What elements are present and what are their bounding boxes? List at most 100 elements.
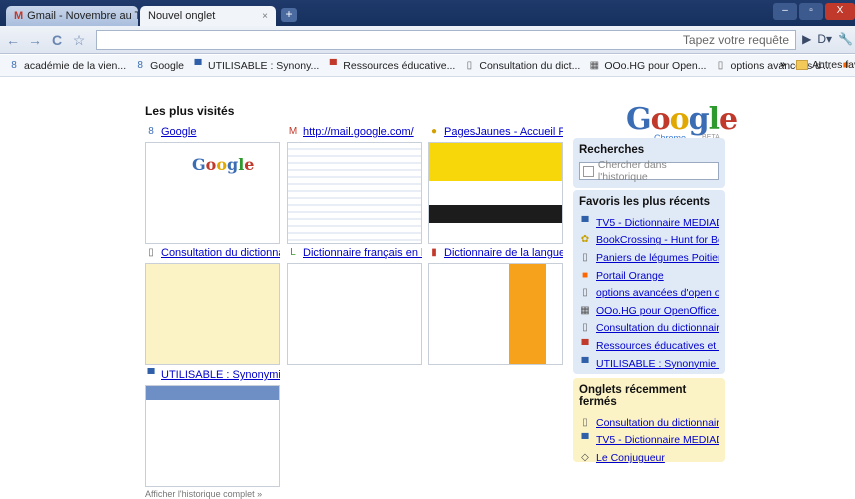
site-favicon-icon: ◇: [581, 451, 589, 463]
site-favicon-icon: M: [288, 126, 298, 137]
recent-bookmark-link[interactable]: Portail Orange: [596, 270, 664, 282]
recent-bookmarks-title: Favoris les plus récents: [579, 196, 711, 208]
most-visited-tile[interactable]: L Dictionnaire français en lig...: [287, 246, 422, 365]
recent-bookmark-link[interactable]: OOo.HG pour OpenOffice 3 a...: [596, 305, 719, 317]
new-tab-button[interactable]: +: [281, 8, 297, 22]
recent-bookmark-link[interactable]: UTILISABLE : Synonymie de ...: [596, 358, 719, 370]
bookmark-favicon-icon: ▀: [329, 59, 337, 71]
most-visited-link[interactable]: Consultation du dictionnaire: [161, 247, 280, 259]
recent-bookmark-link[interactable]: Ressources éducatives et do...: [596, 340, 719, 352]
history-search-input[interactable]: Chercher dans l'historique: [579, 159, 719, 183]
tab-label: Nouvel onglet: [148, 10, 216, 22]
most-visited-tile[interactable]: ▀ UTILISABLE : Synonymie ...: [145, 368, 280, 487]
recent-bookmark[interactable]: ▯ options avancées d'open office: [579, 284, 719, 302]
reload-button[interactable]: C: [48, 31, 66, 49]
site-favicon-icon: L: [290, 247, 296, 258]
recent-bookmark-link[interactable]: Consultation du dictionnaire: [596, 322, 719, 334]
most-visited-tile[interactable]: ▮ Dictionnaire de la langue fr...: [428, 246, 563, 365]
title-bar: M Gmail - Novembre au TA... × Nouvel ong…: [0, 0, 855, 26]
site-favicon-icon: ✿: [580, 234, 590, 246]
recent-bookmark[interactable]: ▀ TV5 - Dictionnaire MEDIADICO: [579, 214, 719, 232]
most-visited-tile[interactable]: Mhttp://mail.google.com/: [287, 125, 422, 244]
recently-closed-tab-link[interactable]: Consultation du dictionnaire: [596, 417, 719, 429]
recent-bookmark[interactable]: ▦ OOo.HG pour OpenOffice 3 a...: [579, 302, 719, 320]
most-visited-link[interactable]: UTILISABLE : Synonymie ...: [161, 369, 280, 381]
star-icon[interactable]: ☆: [70, 31, 88, 49]
recent-bookmark[interactable]: ▯ Paniers de légumes Poitiers: [579, 249, 719, 267]
most-visited-tile[interactable]: ● PagesJaunes - Accueil Pa...: [428, 125, 563, 244]
bookmarks-bar: 8 académie de la vien... 8 Google ▀ UTILISABL…: [0, 55, 855, 77]
recently-closed-tab-link[interactable]: Le Conjugueur: [596, 452, 665, 464]
bookmark-item[interactable]: ▀ Ressources éducative...: [327, 59, 456, 72]
tab-gmail[interactable]: M Gmail - Novembre au TA... ×: [6, 6, 138, 26]
recent-bookmark[interactable]: ▀ UTILISABLE : Synonymie de ...: [579, 355, 719, 373]
site-favicon-icon: ▯: [582, 287, 588, 299]
minimize-button[interactable]: –: [773, 3, 797, 20]
site-favicon-icon: ▦: [580, 304, 590, 316]
recently-closed-tab[interactable]: ▀ TV5 - Dictionnaire MEDIADICO: [579, 432, 719, 450]
bookmarks-overflow-button[interactable]: »: [780, 59, 786, 70]
bookmark-favicon-icon: 8: [137, 59, 143, 71]
page-thumbnail[interactable]: Google: [145, 142, 280, 244]
most-visited-link[interactable]: Dictionnaire français en lig...: [303, 247, 422, 259]
site-favicon-icon: ▯: [582, 251, 588, 263]
site-favicon-icon: 8: [148, 126, 154, 137]
omnibox[interactable]: Tapez votre requête: [96, 30, 796, 50]
most-visited-tile[interactable]: 8 Google Google: [145, 125, 280, 244]
page-thumbnail[interactable]: [428, 263, 563, 365]
wrench-icon[interactable]: 🔧: [838, 32, 853, 46]
back-button[interactable]: ←: [4, 31, 22, 49]
recent-bookmark[interactable]: ■ Portail Orange: [579, 267, 719, 285]
recent-bookmark-link[interactable]: options avancées d'open office: [596, 287, 719, 299]
most-visited-tile[interactable]: ▯ Consultation du dictionnaire: [145, 246, 280, 365]
show-full-history-link[interactable]: Afficher l'historique complet »: [145, 489, 262, 499]
most-visited-link[interactable]: http://mail.google.com/: [303, 126, 414, 138]
bookmark-label: UTILISABLE : Synony...: [208, 59, 320, 72]
page-menu-button[interactable]: D▾: [817, 32, 832, 46]
recent-bookmark-link[interactable]: TV5 - Dictionnaire MEDIADICO: [596, 217, 719, 229]
recent-bookmark[interactable]: ✿ BookCrossing - Hunt for Boo...: [579, 232, 719, 250]
bookmark-item[interactable]: ▦ OOo.HG pour Open...: [588, 60, 707, 72]
maximize-button[interactable]: ▫: [799, 3, 823, 20]
site-favicon-icon: ■: [581, 269, 589, 281]
other-bookmarks-folder[interactable]: Autres favoris: [796, 59, 855, 71]
recently-closed-tab[interactable]: ▯ Consultation du dictionnaire: [579, 414, 719, 432]
bookmark-favicon-icon: ▀: [194, 59, 202, 71]
bookmark-item[interactable]: 8 académie de la vien...: [8, 60, 126, 72]
bookmark-favicon-icon: 8: [11, 59, 17, 71]
bookmark-label: Consultation du dict...: [479, 59, 581, 72]
recent-bookmark-link[interactable]: Paniers de légumes Poitiers: [596, 252, 719, 264]
bookmark-item[interactable]: ▯ Consultation du dict...: [463, 59, 581, 72]
bookmark-item[interactable]: 8 Google: [134, 60, 184, 72]
site-favicon-icon: ▯: [582, 416, 588, 428]
most-visited-link[interactable]: Dictionnaire de la langue fr...: [444, 247, 563, 259]
folder-icon: [796, 60, 808, 70]
most-visited-link[interactable]: Google: [161, 126, 196, 138]
go-button[interactable]: ▶: [802, 32, 811, 46]
tab-new-tab[interactable]: Nouvel onglet ×: [140, 6, 276, 26]
recent-bookmark-link[interactable]: BookCrossing - Hunt for Boo...: [596, 234, 719, 246]
close-window-button[interactable]: X: [825, 3, 855, 20]
recently-closed-tab-link[interactable]: TV5 - Dictionnaire MEDIADICO: [596, 434, 719, 446]
most-visited-link[interactable]: PagesJaunes - Accueil Pa...: [444, 126, 563, 138]
site-favicon-icon: ▯: [148, 247, 154, 258]
toolbar: ← → C ☆ Tapez votre requête ▶ D▾ 🔧: [0, 26, 855, 54]
recent-bookmarks-box: Favoris les plus récents ▀ TV5 - Dictionn…: [573, 190, 725, 374]
recently-closed-title: Onglets récemment fermés: [579, 384, 687, 408]
search-history-box: Recherches Chercher dans l'historique: [573, 138, 725, 188]
page-thumbnail[interactable]: [287, 142, 422, 244]
recently-closed-box: Onglets récemment fermés ▯ Consultation d…: [573, 378, 725, 464]
most-visited-title: Les plus visités: [145, 104, 235, 118]
recently-closed-tab[interactable]: ◇ Le Conjugueur: [579, 449, 719, 467]
close-tab-icon[interactable]: ×: [262, 11, 268, 22]
bookmark-item[interactable]: ▀ UTILISABLE : Synony...: [192, 60, 319, 72]
page-thumbnail[interactable]: [287, 263, 422, 365]
recent-bookmark[interactable]: ▀ Ressources éducatives et do...: [579, 337, 719, 355]
recent-bookmark[interactable]: ▯ Consultation du dictionnaire: [579, 320, 719, 338]
forward-button[interactable]: →: [26, 31, 44, 49]
bookmark-label: Google: [150, 59, 185, 72]
page-thumbnail[interactable]: [428, 142, 563, 244]
page-thumbnail[interactable]: [145, 263, 280, 365]
page-icon: [583, 165, 594, 177]
page-thumbnail[interactable]: [145, 385, 280, 487]
